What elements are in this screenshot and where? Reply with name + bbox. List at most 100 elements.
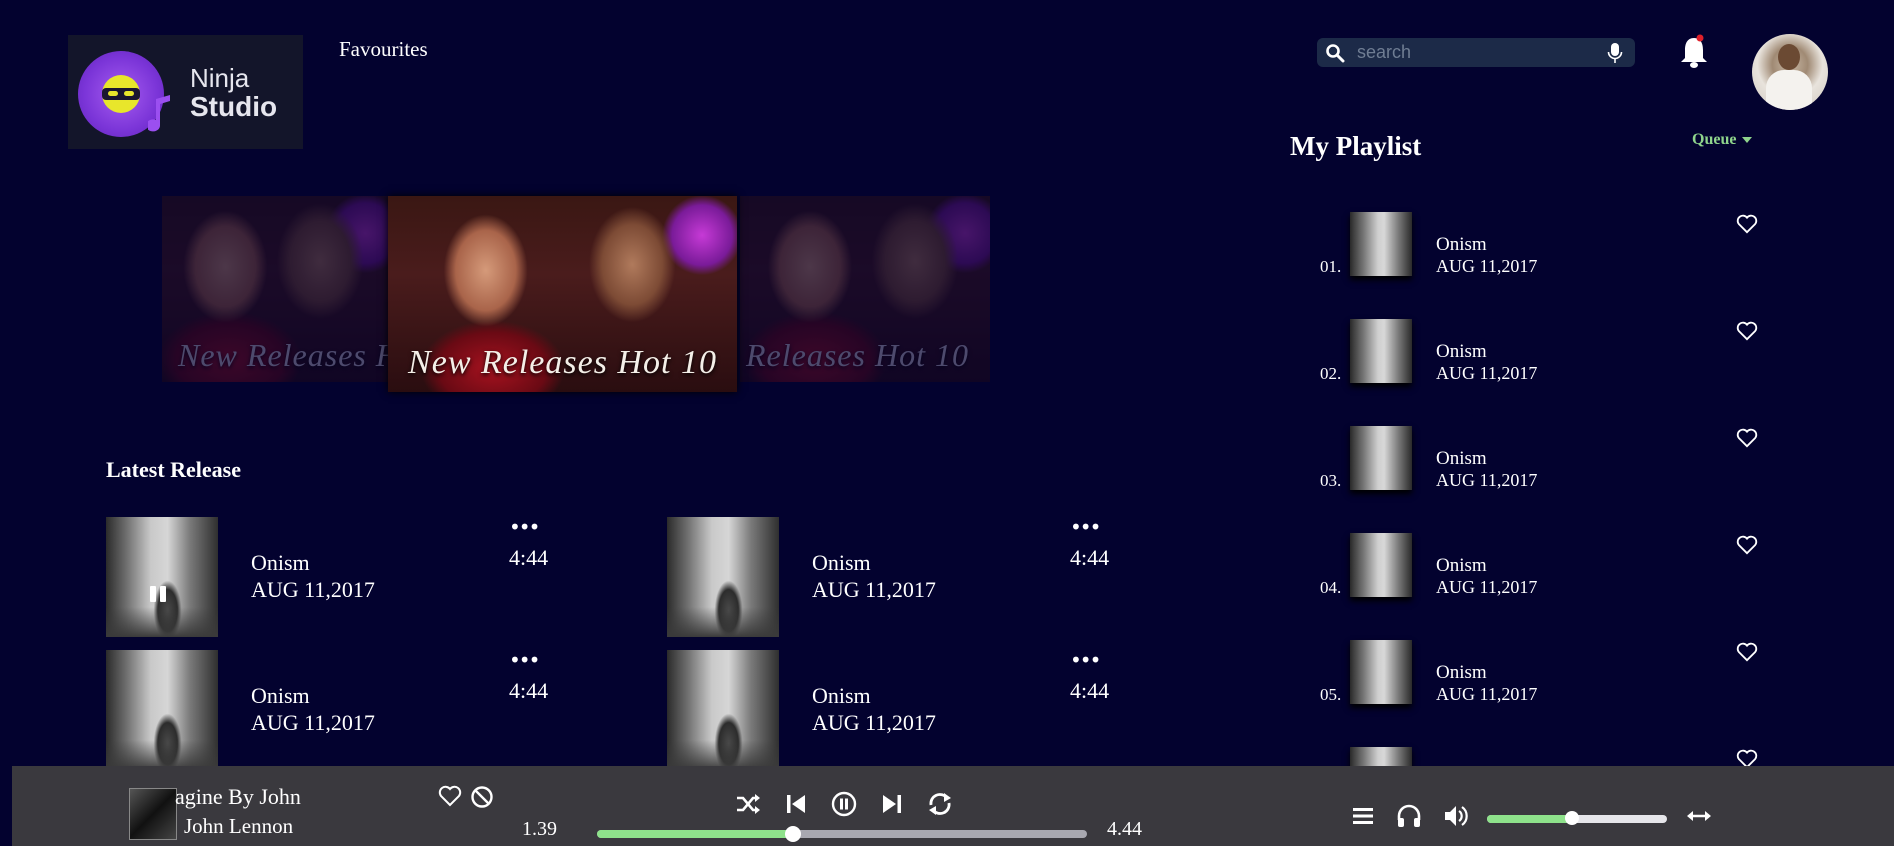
nav-favourites[interactable]: Favourites xyxy=(339,37,428,62)
playlist-item[interactable]: 01. Onism AUG 11,2017 xyxy=(1318,212,1768,312)
release-card[interactable]: Onism AUG 11,2017 ••• 4:44 xyxy=(667,517,1127,639)
heart-icon[interactable] xyxy=(1736,321,1758,341)
next-icon[interactable] xyxy=(878,790,906,818)
playlist-item-thumbnail[interactable] xyxy=(1350,319,1412,383)
playlist-item-date: AUG 11,2017 xyxy=(1436,577,1538,597)
heart-icon[interactable] xyxy=(1736,535,1758,555)
banner-slide-next[interactable]: Releases Hot 10 xyxy=(740,196,990,382)
playlist-item[interactable]: 02. Onism AUG 11,2017 xyxy=(1318,319,1768,419)
volume-handle[interactable] xyxy=(1564,811,1579,825)
repeat-icon[interactable] xyxy=(926,790,954,818)
heart-icon[interactable] xyxy=(438,785,462,807)
playlist-item[interactable]: 05. Onism AUG 11,2017 xyxy=(1318,640,1768,740)
playlist-item-date: AUG 11,2017 xyxy=(1436,363,1538,383)
more-options-icon[interactable]: ••• xyxy=(1070,517,1101,537)
playlist-item-title: Onism xyxy=(1436,448,1487,469)
playlist-item-number: 01. xyxy=(1320,257,1342,276)
block-icon[interactable] xyxy=(470,785,494,809)
more-options-icon[interactable]: ••• xyxy=(509,650,540,670)
release-thumbnail[interactable] xyxy=(667,650,779,770)
caret-down-icon xyxy=(1742,137,1753,144)
more-options-icon[interactable]: ••• xyxy=(509,517,540,537)
logo-text-line1: Ninja xyxy=(190,63,250,93)
ninja-face-icon xyxy=(102,75,140,113)
menu-icon[interactable] xyxy=(1349,802,1377,830)
banner-slide-prev[interactable]: New Releases H xyxy=(162,196,388,382)
playlist-item[interactable]: 03. Onism AUG 11,2017 xyxy=(1318,426,1768,526)
music-note-icon xyxy=(148,95,170,132)
progress-handle[interactable] xyxy=(785,826,801,842)
search-input[interactable] xyxy=(1357,40,1597,65)
queue-label: Queue xyxy=(1692,131,1737,148)
volume-icon[interactable] xyxy=(1442,802,1470,830)
logo[interactable]: Ninja Studio xyxy=(68,35,303,149)
release-title[interactable]: Onism xyxy=(812,683,871,709)
release-date: AUG 11,2017 xyxy=(251,710,375,735)
playlist-item-title: Onism xyxy=(1436,555,1487,576)
release-thumbnail[interactable] xyxy=(667,517,779,637)
more-options-icon[interactable]: ••• xyxy=(1070,650,1101,670)
expand-icon[interactable] xyxy=(1685,802,1713,830)
playlist-item-date: AUG 11,2017 xyxy=(1436,470,1538,490)
release-card[interactable]: Onism AUG 11,2017 ••• 4:44 xyxy=(667,650,1127,772)
search-bar[interactable] xyxy=(1317,38,1635,67)
heart-icon[interactable] xyxy=(1736,428,1758,448)
playlist-item-number: 03. xyxy=(1320,471,1342,490)
release-title[interactable]: Onism xyxy=(251,683,310,709)
playlist-item-thumbnail[interactable] xyxy=(1350,212,1412,276)
now-playing-title: agine By John xyxy=(175,784,301,809)
banner-slide-title: New Releases H xyxy=(178,337,388,373)
pause-icon[interactable] xyxy=(830,790,858,818)
heart-icon[interactable] xyxy=(1736,642,1758,662)
progress-fill xyxy=(597,830,793,838)
bell-icon[interactable] xyxy=(1678,34,1710,70)
playlist-title: My Playlist xyxy=(1290,131,1422,161)
volume-fill xyxy=(1487,815,1572,823)
playlist-item-number: 02. xyxy=(1320,364,1342,383)
logo-text-line2: Studio xyxy=(190,91,278,122)
volume-slider[interactable] xyxy=(1487,811,1667,825)
release-duration: 4:44 xyxy=(509,678,549,703)
banner-slide-active[interactable]: New Releases Hot 10 xyxy=(388,196,737,392)
playlist-item[interactable]: 04. Onism AUG 11,2017 xyxy=(1318,533,1768,633)
search-icon xyxy=(1326,44,1345,63)
release-card[interactable]: Onism AUG 11,2017 ••• 4:44 xyxy=(106,517,566,639)
release-date: AUG 11,2017 xyxy=(812,577,936,602)
release-date: AUG 11,2017 xyxy=(251,577,375,602)
pause-icon[interactable] xyxy=(148,585,168,603)
playlist-item-date: AUG 11,2017 xyxy=(1436,256,1538,276)
release-thumbnail[interactable] xyxy=(106,517,218,637)
mic-icon[interactable] xyxy=(1607,42,1623,64)
playlist-item-thumbnail[interactable] xyxy=(1350,426,1412,490)
playlist-item-title: Onism xyxy=(1436,662,1487,683)
previous-icon[interactable] xyxy=(782,790,810,818)
playlist-item-thumbnail[interactable] xyxy=(1350,640,1412,704)
now-playing-cover[interactable] xyxy=(129,788,177,840)
progress-slider[interactable] xyxy=(597,826,1087,842)
release-thumbnail[interactable] xyxy=(106,650,218,770)
elapsed-time: 1.39 xyxy=(522,818,557,840)
playlist-item-date: AUG 11,2017 xyxy=(1436,684,1538,704)
shuffle-icon[interactable] xyxy=(734,790,762,818)
release-card[interactable]: Onism AUG 11,2017 ••• 4:44 xyxy=(106,650,566,772)
playlist-item-thumbnail[interactable] xyxy=(1350,533,1412,597)
player-bar: agine By John John Lennon 1.39 4.44 xyxy=(12,766,1894,846)
latest-release-title: Latest Release xyxy=(106,457,242,482)
release-title[interactable]: Onism xyxy=(251,550,310,576)
release-title[interactable]: Onism xyxy=(812,550,871,576)
notification-dot xyxy=(1696,34,1704,42)
queue-dropdown[interactable]: Queue xyxy=(1692,131,1753,149)
avatar[interactable] xyxy=(1752,34,1828,110)
banner-slide-title: New Releases Hot 10 xyxy=(408,344,717,381)
playlist-item-number: 04. xyxy=(1320,578,1342,597)
heart-icon[interactable] xyxy=(1736,214,1758,234)
release-date: AUG 11,2017 xyxy=(812,710,936,735)
playlist-item-title: Onism xyxy=(1436,234,1487,255)
headphones-icon[interactable] xyxy=(1395,802,1423,830)
release-duration: 4:44 xyxy=(509,545,549,570)
release-duration: 4:44 xyxy=(1070,678,1110,703)
release-duration: 4:44 xyxy=(1070,545,1110,570)
banner-slide-title: Releases Hot 10 xyxy=(746,337,969,373)
total-time: 4.44 xyxy=(1107,818,1142,840)
now-playing-artist: John Lennon xyxy=(184,814,294,838)
